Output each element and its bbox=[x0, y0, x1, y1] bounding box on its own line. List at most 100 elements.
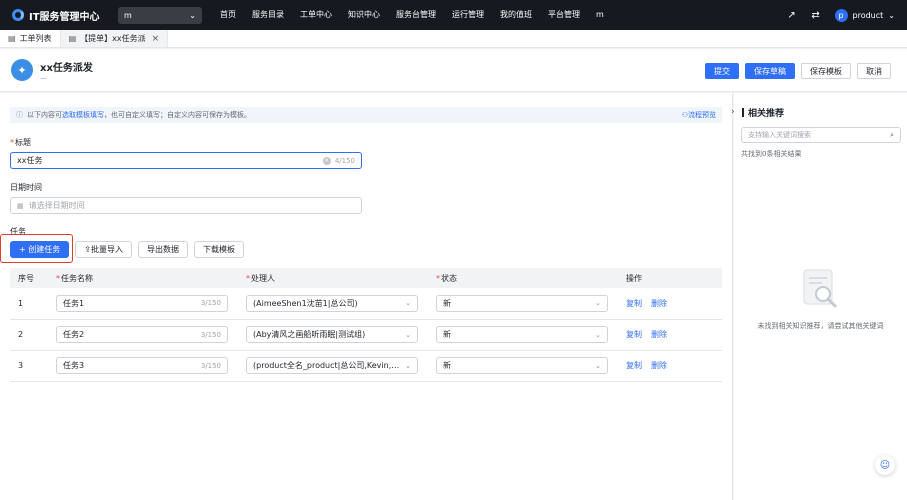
empty-text: 未找到相关知识推荐，请尝试其他关键词 bbox=[757, 322, 884, 330]
notice-suffix: ，也可自定义填写；自定义内容可保存为模板。 bbox=[104, 111, 251, 119]
nav-item-m[interactable]: m bbox=[588, 0, 612, 30]
task-table: 序号 *任务名称 *处理人 *状态 操作 1 任务1 3/150 (AimeeSh… bbox=[10, 268, 722, 382]
table-row: 1 任务1 3/150 (AimeeShen1沈苗1|总公司) ⌄ 新 ⌄ 复制 删除 bbox=[10, 288, 722, 319]
export-data-button[interactable]: 导出数据 bbox=[137, 241, 188, 258]
external-link-icon[interactable]: ↗ bbox=[787, 10, 797, 21]
handler-select[interactable]: (AimeeShen1沈苗1|总公司) ⌄ bbox=[246, 294, 418, 312]
chevron-down-icon: ⌄ bbox=[405, 299, 411, 308]
nav-menu: 首页 服务目录 工单中心 知识中心 服务台管理 运行管理 我的值班 平台管理 m bbox=[212, 0, 612, 30]
system-select[interactable]: m ⌄ bbox=[118, 6, 202, 24]
service-icon: ✦ bbox=[11, 59, 33, 81]
table-row: 2 任务2 3/150 (Aby清风之画船听雨眠|测试组) ⌄ 新 ⌄ 复制 删除 bbox=[10, 319, 722, 350]
logo[interactable]: IT服务管理中心 bbox=[12, 8, 104, 23]
highlight-box bbox=[0, 234, 73, 263]
row-number: 1 bbox=[18, 298, 24, 308]
logo-icon bbox=[12, 9, 24, 21]
delete-button[interactable]: 删除 bbox=[651, 361, 667, 370]
save-draft-button[interactable]: 保存草稿 bbox=[745, 63, 795, 79]
translate-icon[interactable]: ⇄ bbox=[811, 10, 821, 21]
delete-button[interactable]: 删除 bbox=[651, 330, 667, 339]
app-title: IT服务管理中心 bbox=[29, 11, 100, 23]
document-icon: ▤ bbox=[68, 34, 77, 43]
date-placeholder: 请选择日期时间 bbox=[28, 201, 85, 210]
table-row: 3 任务3 3/150 (product全名_product|总公司,Kevin,… bbox=[10, 350, 722, 381]
title-input[interactable]: xx任务 × 4/150 bbox=[10, 152, 362, 169]
chevron-down-icon: ⌄ bbox=[189, 10, 196, 20]
panel-title: 相关推荐 bbox=[742, 106, 784, 119]
task-name-input[interactable]: 任务1 3/150 bbox=[56, 294, 228, 312]
page-subtitle: — bbox=[40, 74, 47, 82]
recommend-search-input[interactable]: 支持输入关键词搜索 ⌕ bbox=[741, 127, 901, 143]
handler-select[interactable]: (Aby清风之画船听雨眠|测试组) ⌄ bbox=[246, 326, 418, 343]
copy-button[interactable]: 复制 bbox=[626, 330, 642, 339]
clear-icon[interactable]: × bbox=[322, 156, 331, 165]
date-label: 日期时间 bbox=[10, 183, 42, 192]
notice-prefix: 以下内容可 bbox=[27, 111, 62, 119]
date-picker[interactable]: ▦ 请选择日期时间 bbox=[10, 197, 362, 214]
select-template-link[interactable]: 选取模板填写 bbox=[62, 110, 104, 120]
main-form: ⓘ 以下内容可 选取模板填写 ，也可自定义填写；自定义内容可保存为模板。 ⚇ 流… bbox=[0, 93, 733, 500]
assistant-icon[interactable]: ☺ bbox=[875, 455, 895, 475]
chevron-down-icon: ⌄ bbox=[405, 361, 411, 370]
col-header: *处理人 bbox=[246, 273, 275, 283]
copy-button[interactable]: 复制 bbox=[626, 361, 642, 370]
user-name[interactable]: product bbox=[853, 11, 884, 20]
nav-item-home[interactable]: 首页 bbox=[212, 0, 244, 30]
chevron-down-icon: ⌄ bbox=[595, 299, 601, 308]
title-input-value: xx任务 bbox=[17, 156, 43, 165]
page-header: ✦ xx任务派发 — 提交 保存草稿 保存模板 取消 bbox=[0, 49, 907, 92]
flow-preview-label: 流程预览 bbox=[688, 111, 716, 119]
cancel-button[interactable]: 取消 bbox=[857, 63, 891, 79]
template-notice: ⓘ 以下内容可 选取模板填写 ，也可自定义填写；自定义内容可保存为模板。 ⚇ 流… bbox=[10, 107, 722, 123]
tab-label: 【提单】xx任务派 bbox=[80, 34, 146, 43]
download-template-button[interactable]: 下载模板 bbox=[193, 241, 244, 258]
chevron-down-icon[interactable]: ⌄ bbox=[888, 11, 895, 20]
calendar-icon: ▦ bbox=[17, 201, 24, 210]
nav-item-knowledge-center[interactable]: 知识中心 bbox=[340, 0, 388, 30]
submit-button[interactable]: 提交 bbox=[705, 63, 739, 79]
row-number: 3 bbox=[18, 361, 24, 370]
nav-item-ticket-center[interactable]: 工单中心 bbox=[292, 0, 340, 30]
empty-illustration bbox=[803, 269, 837, 308]
title-counter: 4/150 bbox=[334, 156, 355, 165]
recommend-panel: › 相关推荐 支持输入关键词搜索 ⌕ 共找到0条相关结果 未找到相关知识推荐，请… bbox=[731, 93, 907, 500]
chevron-right-icon[interactable]: › bbox=[731, 107, 735, 117]
chevron-down-icon: ⌄ bbox=[595, 361, 601, 370]
col-header: *任务名称 bbox=[56, 273, 93, 283]
chevron-down-icon: ⌄ bbox=[405, 330, 411, 339]
handler-select[interactable]: (product全名_product|总公司,Kevin,设计... ⌄ bbox=[246, 357, 418, 374]
nav-item-my-duty[interactable]: 我的值班 bbox=[492, 0, 540, 30]
batch-import-button[interactable]: ⇪ 批量导入 bbox=[75, 241, 132, 258]
document-icon: ▤ bbox=[8, 34, 16, 43]
copy-button[interactable]: 复制 bbox=[626, 299, 642, 308]
nav-item-operations[interactable]: 运行管理 bbox=[444, 0, 492, 30]
col-header: *状态 bbox=[436, 273, 457, 283]
col-header: 序号 bbox=[18, 273, 34, 283]
tab-task-dispatch[interactable]: ▤ 【提单】xx任务派 × bbox=[60, 30, 169, 47]
info-icon: ⓘ bbox=[16, 111, 23, 119]
close-icon[interactable]: × bbox=[152, 34, 160, 44]
page-title: xx任务派发 bbox=[40, 63, 93, 74]
tab-bar: ▤ 工单列表 ▤ 【提单】xx任务派 × bbox=[0, 30, 907, 48]
nav-item-service-desk[interactable]: 服务台管理 bbox=[388, 0, 444, 30]
status-select[interactable]: 新 ⌄ bbox=[436, 326, 608, 343]
status-select[interactable]: 新 ⌄ bbox=[436, 294, 608, 312]
avatar[interactable]: p bbox=[834, 8, 848, 22]
table-header: 序号 *任务名称 *处理人 *状态 操作 bbox=[10, 268, 722, 288]
flow-preview-link[interactable]: ⚇ 流程预览 bbox=[682, 110, 716, 120]
result-count: 共找到0条相关结果 bbox=[741, 150, 802, 158]
search-icon[interactable]: ⌕ bbox=[890, 131, 894, 140]
upload-icon: ⇪ bbox=[84, 245, 91, 254]
tab-ticket-list[interactable]: ▤ 工单列表 bbox=[0, 30, 61, 47]
save-template-button[interactable]: 保存模板 bbox=[801, 63, 851, 79]
nav-item-platform[interactable]: 平台管理 bbox=[540, 0, 588, 30]
task-name-input[interactable]: 任务3 3/150 bbox=[56, 357, 228, 374]
delete-button[interactable]: 删除 bbox=[651, 299, 667, 308]
top-nav: IT服务管理中心 m ⌄ 首页 服务目录 工单中心 知识中心 服务台管理 运行管… bbox=[0, 0, 907, 30]
tab-label: 工单列表 bbox=[19, 34, 52, 43]
task-name-input[interactable]: 任务2 3/150 bbox=[56, 326, 228, 343]
status-select[interactable]: 新 ⌄ bbox=[436, 357, 608, 374]
chevron-down-icon: ⌄ bbox=[595, 330, 601, 339]
nav-item-service-catalog[interactable]: 服务目录 bbox=[244, 0, 292, 30]
search-placeholder: 支持输入关键词搜索 bbox=[748, 131, 811, 139]
